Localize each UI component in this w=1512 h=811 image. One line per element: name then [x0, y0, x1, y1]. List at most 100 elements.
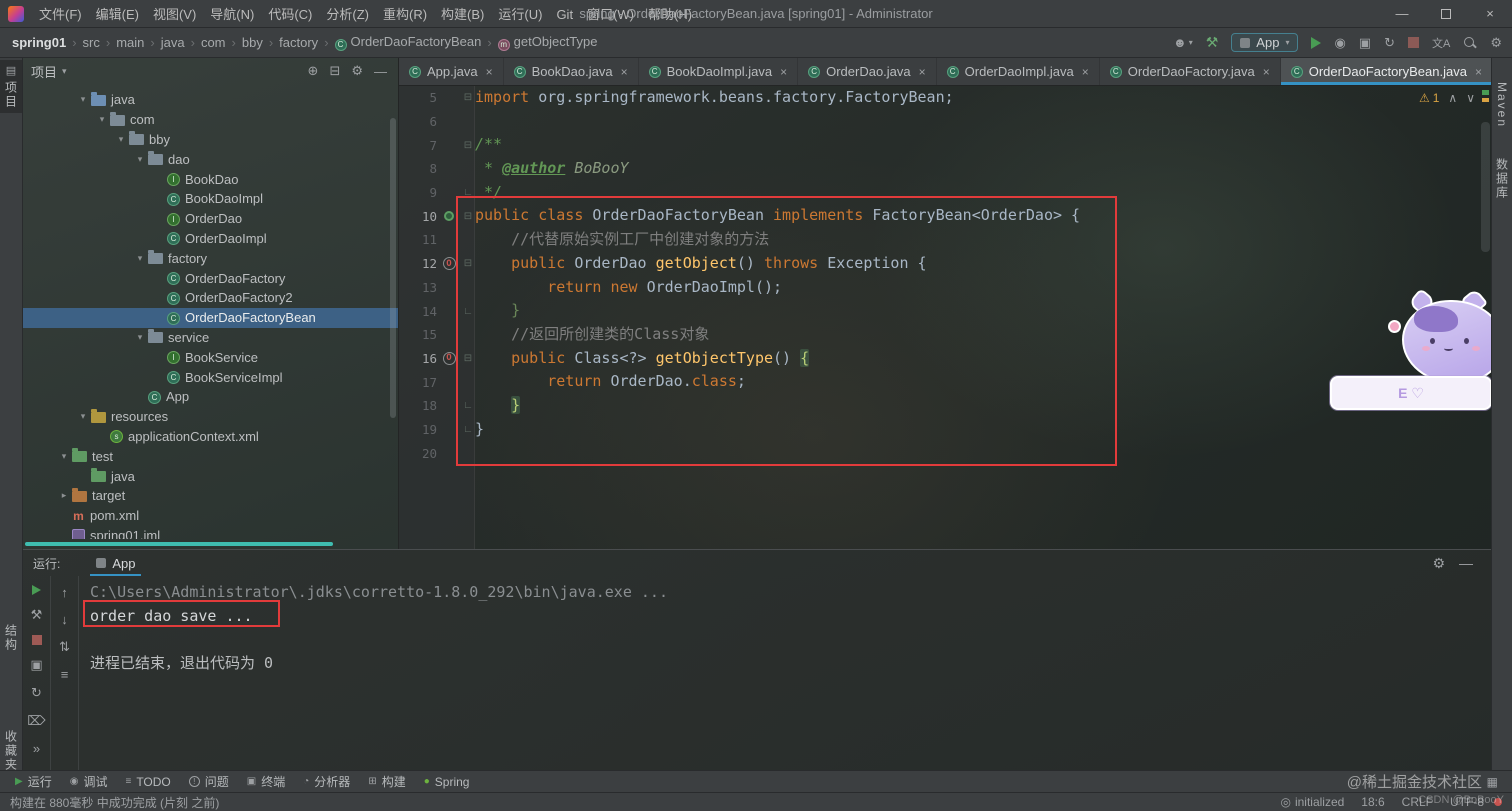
menu-item-h[interactable]: 帮助(H) [641, 5, 699, 24]
settings-gear-icon[interactable]: ⚙ [1490, 35, 1502, 51]
search-icon[interactable] [1463, 36, 1477, 50]
tree-item-orderdaofactorybean[interactable]: C OrderDaoFactoryBean [23, 307, 398, 328]
scroll-up-icon[interactable]: ↑ [61, 585, 68, 600]
locate-file-icon[interactable]: ⊕ [305, 63, 322, 79]
stop-process-button[interactable] [31, 635, 42, 645]
tree-item-bookdao[interactable]: I BookDao [23, 169, 398, 189]
code-line-12[interactable]: 12 O ⊟ public OrderDao getObject() throws … [399, 252, 1491, 276]
stop-button[interactable] [1408, 37, 1419, 48]
hide-run-panel-icon[interactable]: — [1459, 555, 1473, 571]
stripe-button-maven[interactable]: Maven [1492, 78, 1512, 132]
run-settings-gear-icon[interactable]: ⚙ [1432, 555, 1445, 572]
chevron-icon[interactable]: ▾ [75, 94, 91, 105]
code-line-6[interactable]: 6 [399, 110, 1491, 134]
console-output[interactable]: C:\Users\Administrator\.jdks\corretto-1.… [83, 576, 1481, 770]
restart-icon[interactable]: ↻ [31, 685, 42, 701]
tab-close-icon[interactable]: × [919, 65, 926, 79]
chevron-icon[interactable]: ▸ [56, 490, 72, 501]
tree-item-target[interactable]: ▸ target [23, 486, 398, 506]
tree-item-dao[interactable]: ▾ dao [23, 149, 398, 169]
prev-problem-icon[interactable]: ∧ [1448, 91, 1457, 105]
file-encoding[interactable]: UTF-8 [1450, 795, 1484, 809]
run-button[interactable] [1311, 36, 1322, 49]
editor-tab-orderdaofactorybean-java[interactable]: C OrderDaoFactoryBean.java × [1280, 58, 1493, 85]
code-line-9[interactable]: 9 ∟ */ [399, 181, 1491, 205]
toolwindow-button-[interactable]: ⊞ 构建 [359, 771, 414, 793]
rerun-button[interactable] [32, 585, 41, 595]
translate-icon[interactable]: 文A [1432, 35, 1450, 51]
editor-tab-bookdao-java[interactable]: C BookDao.java × [504, 58, 639, 85]
breadcrumb-item-bby[interactable]: bby [240, 34, 265, 51]
code-line-14[interactable]: 14 ∟ } [399, 299, 1491, 323]
toolwindow-button-todo[interactable]: ≡ TODO [116, 771, 179, 793]
coverage-icon[interactable]: ▣ [1359, 35, 1371, 51]
breadcrumb-item-com[interactable]: com [199, 34, 228, 51]
toolwindow-button-[interactable]: ▶ 运行 [6, 771, 61, 793]
toolwindow-button-[interactable]: ▣ 终端 [238, 771, 294, 793]
minimize-icon[interactable]: — [1380, 0, 1424, 28]
spring-status[interactable]: ◎ initialized [1280, 795, 1344, 809]
code-line-11[interactable]: 11 //代替原始实例工厂中创建对象的方法 [399, 228, 1491, 252]
thread-dump-icon[interactable]: ▣ [30, 657, 42, 673]
tree-item-service[interactable]: ▾ service [23, 328, 398, 348]
code-line-20[interactable]: 20 [399, 441, 1491, 465]
toolwindow-button-[interactable]: ! 问题 [180, 771, 238, 793]
editor-tab-app-java[interactable]: C App.java × [399, 58, 504, 85]
fold-icon[interactable]: ∟ [461, 187, 475, 198]
stripe-button-favorites[interactable]: 收藏夹 [0, 726, 22, 776]
toolwindow-button-spring[interactable]: ● Spring [415, 771, 479, 793]
stripe-button-project[interactable]: ▤ 项目 [0, 60, 22, 113]
tree-item-com[interactable]: ▾ com [23, 110, 398, 130]
implemented-class-gutter-icon[interactable] [444, 211, 454, 222]
overriding-method-gutter-icon[interactable]: O [442, 351, 456, 365]
event-indicator-icon[interactable] [1494, 798, 1502, 806]
clear-console-icon[interactable]: ⌦ [27, 713, 45, 729]
tree-item-bookserviceimpl[interactable]: C BookServiceImpl [23, 367, 398, 387]
fold-icon[interactable]: ⊟ [461, 258, 475, 269]
build-hammer-icon[interactable]: ⚒ [1206, 34, 1219, 51]
code-line-19[interactable]: 19 ∟} [399, 418, 1491, 442]
tree-item-applicationcontext-xml[interactable]: s applicationContext.xml [23, 427, 398, 447]
editor-tab-bookdaoimpl-java[interactable]: C BookDaoImpl.java × [639, 58, 799, 85]
menu-item-b[interactable]: 构建(B) [434, 5, 491, 24]
menu-item-w[interactable]: 窗口(W) [580, 5, 641, 24]
run-config-select[interactable]: App ▾ [1231, 33, 1299, 52]
tree-item-bookdaoimpl[interactable]: C BookDaoImpl [23, 189, 398, 209]
project-scrollbar-horizontal[interactable] [25, 542, 333, 546]
code-line-18[interactable]: 18 ∟ } [399, 394, 1491, 418]
close-icon[interactable]: × [1468, 0, 1512, 28]
soft-wrap-icon[interactable]: ≡ [61, 667, 69, 682]
menu-item-f[interactable]: 文件(F) [32, 5, 89, 24]
chevron-down-icon[interactable]: ▾ [62, 66, 67, 77]
layout-icon[interactable]: ▦ [1487, 775, 1506, 789]
toolwindow-button-[interactable]: ◉ 调试 [61, 771, 117, 793]
tab-close-icon[interactable]: × [1263, 65, 1270, 79]
fold-icon[interactable]: ∟ [461, 424, 475, 435]
editor-tab-orderdaoimpl-java[interactable]: C OrderDaoImpl.java × [937, 58, 1100, 85]
more-actions-icon[interactable]: » [33, 741, 40, 756]
menu-item-c[interactable]: 代码(C) [261, 5, 319, 24]
chevron-icon[interactable]: ▾ [132, 253, 148, 264]
tab-close-icon[interactable]: × [780, 65, 787, 79]
tree-item-orderdao[interactable]: I OrderDao [23, 209, 398, 229]
menu-item-git[interactable]: Git [549, 5, 580, 24]
code-line-8[interactable]: 8 * @author BoBooY [399, 157, 1491, 181]
maximize-icon[interactable] [1424, 0, 1468, 28]
project-panel-title[interactable]: 项目 [31, 62, 57, 81]
caret-position[interactable]: 18:6 [1361, 795, 1384, 809]
editor-tab-orderdao-java[interactable]: C OrderDao.java × [798, 58, 937, 85]
warning-icon[interactable]: ⚠ 1 [1419, 91, 1439, 105]
tree-item-java[interactable]: ▾ java [23, 90, 398, 110]
chevron-icon[interactable]: ▾ [132, 154, 148, 165]
breadcrumb-item-getobjecttype[interactable]: m getObjectType [496, 33, 600, 52]
line-separator[interactable]: CRLF [1402, 795, 1433, 809]
chevron-icon[interactable]: ▾ [113, 134, 129, 145]
code-line-16[interactable]: 16 O ⊟ public Class<?> getObjectType() { [399, 347, 1491, 371]
tab-close-icon[interactable]: × [621, 65, 628, 79]
menu-item-e[interactable]: 编辑(E) [89, 5, 146, 24]
code-line-13[interactable]: 13 return new OrderDaoImpl(); [399, 276, 1491, 300]
breadcrumb-item-src[interactable]: src [81, 34, 102, 51]
code-line-10[interactable]: 10 ⊟ public class OrderDaoFactoryBean impl… [399, 204, 1491, 228]
tree-item-bby[interactable]: ▾ bby [23, 130, 398, 150]
fold-icon[interactable]: ∟ [461, 400, 475, 411]
